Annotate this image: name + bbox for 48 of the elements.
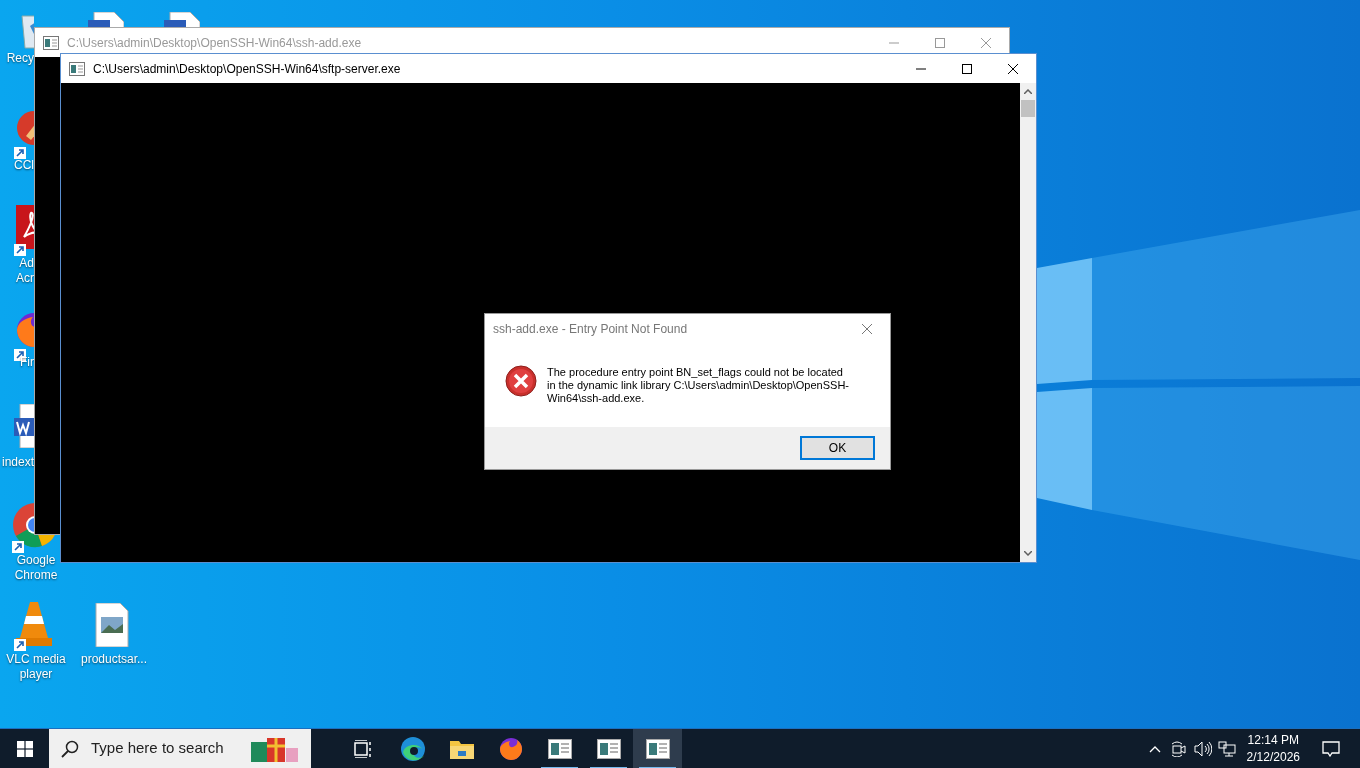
console-icon (596, 738, 621, 759)
scroll-thumb[interactable] (1021, 100, 1035, 117)
console-icon (69, 62, 85, 77)
edge-icon (399, 735, 426, 762)
folder-icon (449, 738, 474, 759)
icon-label[interactable]: CCl (0, 158, 34, 173)
console-icon (547, 738, 572, 759)
window-title: C:\Users\admin\Desktop\OpenSSH-Win64\sftp-server.exe (93, 60, 402, 78)
image-file-icon[interactable] (94, 603, 130, 647)
console-icon (645, 738, 670, 759)
chevron-up-icon (1024, 89, 1032, 94)
shortcut-arrow-icon (14, 146, 26, 159)
volume-icon[interactable] (1193, 740, 1212, 757)
console-icon (43, 36, 59, 51)
maximize-icon (962, 63, 972, 74)
document-icon[interactable] (14, 205, 34, 249)
icon-label[interactable]: productsar... (78, 652, 150, 667)
error-message: The procedure entry point BN_set_flags could not be located in the dynamic link library C:\Users\admin\Desktop\OpenSSH-Win64\ssh-add.exe. (547, 366, 849, 405)
icon-label[interactable]: Ad Acr (0, 256, 34, 286)
camera-icon[interactable] (1170, 740, 1187, 757)
search-field[interactable]: Type here to search (49, 728, 311, 768)
window-title: C:\Users\admin\Desktop\OpenSSH-Win64\ssh-add.exe (67, 34, 363, 52)
speech-bubble-icon (1322, 740, 1340, 757)
icon-label[interactable]: indext (0, 455, 34, 470)
close-icon (981, 37, 991, 48)
chevron-down-icon (1024, 551, 1032, 556)
firefox-icon (497, 735, 524, 762)
close-icon (862, 323, 872, 334)
maximize-icon (935, 37, 945, 48)
ok-button[interactable]: OK (800, 436, 875, 460)
search-icon (61, 740, 79, 759)
dialog-title: ssh-add.exe - Entry Point Not Found (493, 320, 689, 338)
icon-label[interactable]: Recy (0, 51, 34, 66)
task-view-icon (353, 739, 374, 758)
icon-label[interactable]: Fir (0, 355, 34, 370)
console-app-button[interactable] (633, 728, 682, 768)
traffic-cone-icon[interactable] (14, 600, 54, 646)
error-icon (505, 365, 537, 397)
windows-logo-icon (16, 740, 33, 757)
chevron-up-icon[interactable] (1148, 744, 1161, 753)
shortcut-arrow-icon (12, 540, 24, 553)
network-icon[interactable] (1217, 740, 1236, 757)
search-input[interactable]: Type here to search (89, 736, 249, 761)
icon-label[interactable]: VLC media player (0, 652, 72, 682)
close-icon (1008, 63, 1018, 74)
clock[interactable]: 12:14 PM 2/12/2026 (1238, 731, 1308, 766)
scrollbar[interactable] (1020, 83, 1036, 562)
icon-label[interactable]: Google Chrome (0, 553, 72, 583)
